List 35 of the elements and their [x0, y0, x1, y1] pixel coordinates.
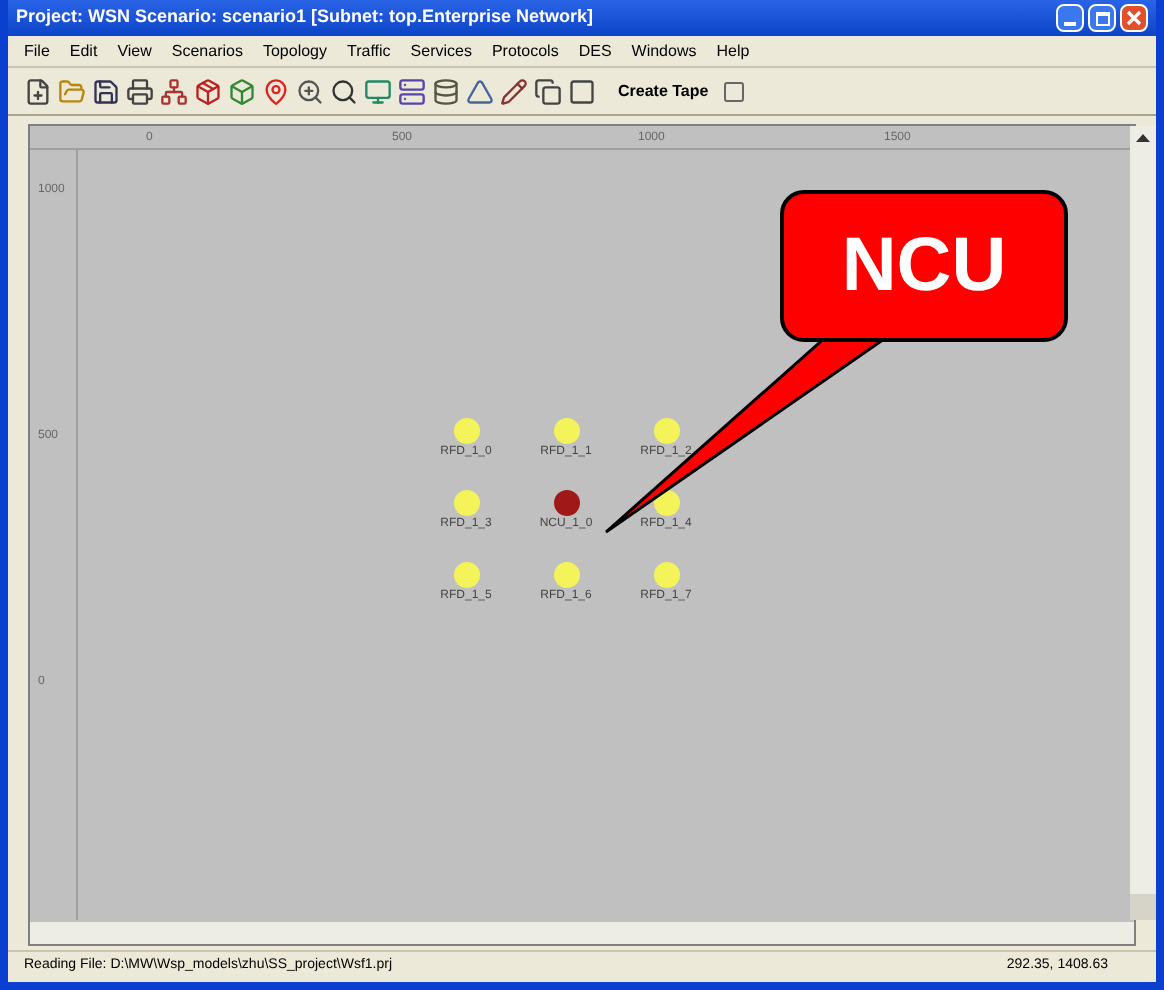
zoom-in-icon[interactable]: [296, 77, 324, 105]
copy-icon[interactable]: [534, 77, 562, 105]
menu-item[interactable]: Topology: [262, 39, 327, 63]
close-button[interactable]: [1120, 4, 1148, 32]
menu-item[interactable]: Traffic: [347, 39, 391, 63]
create-tape-button[interactable]: Create Tape: [610, 79, 717, 103]
pencil-icon[interactable]: [500, 77, 528, 105]
menu-item[interactable]: Edit: [69, 39, 98, 63]
minimize-button[interactable]: [1056, 4, 1084, 32]
database-icon[interactable]: [432, 77, 460, 105]
monitor-icon[interactable]: [364, 77, 392, 105]
menu-item[interactable]: DES: [578, 39, 612, 63]
save-icon[interactable]: [92, 77, 120, 105]
callout-label: NCU: [780, 190, 1068, 342]
triangle-icon[interactable]: [466, 77, 494, 105]
menu-item[interactable]: Windows: [631, 39, 697, 63]
maximize-button[interactable]: [1088, 4, 1116, 32]
menu-item[interactable]: Scenarios: [171, 39, 243, 63]
menu-item[interactable]: Services: [410, 39, 472, 63]
package-icon[interactable]: [194, 77, 222, 105]
square-icon[interactable]: [568, 77, 596, 105]
window-title: Project: WSN Scenario: scenario1 [Subnet: top.Enterprise Network]: [16, 4, 594, 31]
close-icon: [1126, 10, 1142, 26]
search-icon[interactable]: [330, 77, 358, 105]
network-icon[interactable]: [160, 77, 188, 105]
menu-item[interactable]: File: [24, 39, 50, 63]
square-icon[interactable]: [722, 79, 747, 103]
menu-item[interactable]: Help: [716, 39, 750, 63]
server-icon[interactable]: [398, 77, 426, 105]
menu-item[interactable]: View: [117, 39, 152, 63]
printer-icon[interactable]: [126, 77, 154, 105]
pin-icon[interactable]: [262, 77, 290, 105]
menu-item[interactable]: Protocols: [491, 39, 559, 63]
new-file-icon[interactable]: [24, 77, 52, 105]
box-icon[interactable]: [228, 77, 256, 105]
